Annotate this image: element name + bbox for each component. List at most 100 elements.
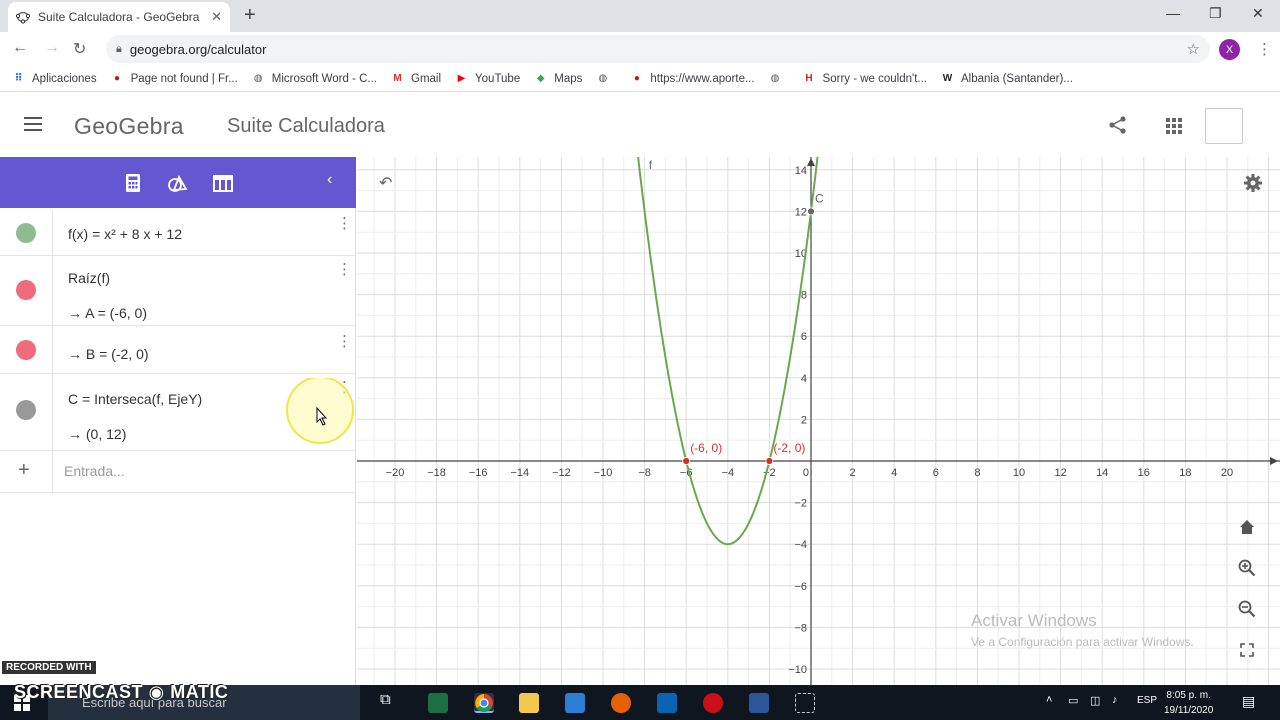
y-axis-arrow xyxy=(807,158,815,166)
algebra-row-function[interactable]: f(x) = x² + 8 x + 12 ⋮ xyxy=(0,210,356,256)
maps-icon: ◆ xyxy=(536,73,545,84)
bookmark-item[interactable]: ● Page not found | Fr... xyxy=(111,72,238,85)
browser-tabstrip: Suite Calculadora - GeoGebra ✕ + — ❐ ✕ xyxy=(0,0,1280,32)
bookmark-label: Aplicaciones xyxy=(32,72,97,85)
x-tick-label: −18 xyxy=(427,467,446,479)
bookmark-item[interactable]: ◆ Maps xyxy=(534,72,582,85)
algebra-row-roots[interactable]: Raíz(f) → A = (-6, 0) ⋮ xyxy=(0,256,356,326)
windows-activation-watermark: Activar Windows Ve a Configuración para … xyxy=(971,611,1194,649)
tab-title: Suite Calculadora - GeoGebra xyxy=(38,10,200,24)
network-icon[interactable]: ◫ xyxy=(1090,694,1100,707)
chrome-icon[interactable] xyxy=(474,693,494,713)
row-text: → B = (-2, 0) xyxy=(68,346,149,362)
x-tick-label: 4 xyxy=(891,467,897,479)
user-avatar[interactable] xyxy=(1205,108,1243,144)
geogebra-logo[interactable]: GeoGebra xyxy=(74,113,184,140)
browser-menu-icon[interactable]: ⋮ xyxy=(1257,40,1272,58)
restore-button[interactable]: ❐ xyxy=(1209,5,1222,22)
profile-avatar[interactable]: X xyxy=(1219,39,1240,60)
globe-icon: ◍ xyxy=(770,73,780,84)
point-label: (-2, 0) xyxy=(773,441,805,455)
watermark-title: Activar Windows xyxy=(971,611,1097,630)
fullscreen-icon[interactable] xyxy=(1240,643,1254,657)
share-icon[interactable] xyxy=(1108,115,1128,135)
settings-gear-icon[interactable] xyxy=(1243,173,1263,193)
bookmark-item[interactable]: ▶ YouTube xyxy=(455,72,521,85)
bookmark-item[interactable]: ● https://www.aporte... xyxy=(630,72,755,85)
hamburger-menu-icon[interactable] xyxy=(24,117,42,131)
zoom-out-icon[interactable] xyxy=(1238,600,1256,618)
tab-tools-icon[interactable] xyxy=(166,171,190,195)
bookmark-item[interactable]: W Albania (Santander)... xyxy=(941,72,1073,85)
tab-algebra-calculator-icon[interactable] xyxy=(121,171,145,195)
row-text: C = Interseca(f, EjeY) xyxy=(68,391,203,407)
y-tick-label: 4 xyxy=(801,373,807,385)
x-tick-label: −16 xyxy=(469,467,488,479)
x-tick-label: 8 xyxy=(974,467,980,479)
bookmark-item[interactable]: M Gmail xyxy=(391,72,441,85)
excel-icon[interactable] xyxy=(428,693,448,713)
globe-icon: ◍ xyxy=(598,73,608,84)
visibility-toggle[interactable] xyxy=(16,400,36,420)
graph-canvas[interactable]: −20 −18 −16 −14 −12 −10 −8 −6 −4 −2 0 2 4 6 8 10 12 14 16 1… xyxy=(357,157,1280,685)
bookmark-item[interactable]: ◍ xyxy=(769,72,789,85)
mail-icon[interactable] xyxy=(657,693,677,713)
language-indicator[interactable]: ESP xyxy=(1137,695,1157,706)
tab-table-icon[interactable] xyxy=(211,171,235,195)
firefox-icon[interactable] xyxy=(611,693,631,713)
row-menu-icon[interactable]: ⋮ xyxy=(337,214,352,232)
tray-chevron-icon[interactable]: ˄ xyxy=(1046,694,1052,706)
bookmark-item[interactable]: ◍ xyxy=(596,72,616,85)
bookmark-item[interactable]: H Sorry - we couldn't... xyxy=(803,72,927,85)
bookmark-star-icon[interactable]: ☆ xyxy=(1187,40,1200,58)
back-icon[interactable]: ← xyxy=(12,39,28,57)
mouse-cursor-highlight xyxy=(286,378,354,444)
algebra-row-point-b[interactable]: → B = (-2, 0) ⋮ xyxy=(0,326,356,374)
new-tab-button[interactable]: + xyxy=(244,4,256,27)
store-icon[interactable] xyxy=(565,693,585,713)
undo-icon[interactable]: ↶ xyxy=(379,173,392,193)
address-bar[interactable]: 🔒︎ geogebra.org/calculator ☆ xyxy=(106,35,1210,63)
graphics-view[interactable]: −20 −18 −16 −14 −12 −10 −8 −6 −4 −2 0 2 4 6 8 10 12 14 16 1… xyxy=(357,157,1280,685)
browser-tab[interactable]: Suite Calculadora - GeoGebra ✕ xyxy=(8,2,230,32)
input-placeholder[interactable]: Entrada... xyxy=(64,463,125,479)
geogebra-favicon-icon xyxy=(16,11,30,24)
y-tick-label: −6 xyxy=(794,581,807,593)
volume-icon[interactable]: ♪ xyxy=(1112,694,1118,706)
y-tick-label: 12 xyxy=(795,206,807,218)
zoom-in-icon[interactable] xyxy=(1238,559,1256,577)
snipping-tool-icon[interactable] xyxy=(795,693,815,713)
x-tick-label: −10 xyxy=(594,467,613,479)
home-icon[interactable] xyxy=(1239,519,1255,535)
taskbar-clock[interactable]: 8:05 p. m. 19/11/2020 xyxy=(1164,688,1213,718)
visibility-toggle[interactable] xyxy=(16,340,36,360)
forward-icon[interactable]: → xyxy=(44,39,60,57)
add-icon[interactable]: + xyxy=(18,459,30,482)
point-C xyxy=(807,207,815,216)
x-tick-label: 2 xyxy=(850,467,856,479)
tab-close-icon[interactable]: ✕ xyxy=(211,9,222,25)
visibility-toggle[interactable] xyxy=(16,280,36,300)
collapse-panel-icon[interactable]: ‹ xyxy=(327,171,332,189)
apps-grid-icon[interactable] xyxy=(1166,118,1182,134)
algebra-input-row[interactable]: + Entrada... xyxy=(0,451,356,493)
bookmark-item[interactable]: ⠿ Aplicaciones xyxy=(12,72,97,85)
x-tick-label: −12 xyxy=(552,467,571,479)
window-close-button[interactable]: ✕ xyxy=(1252,5,1264,22)
y-tick-label: −2 xyxy=(794,498,807,510)
word-icon[interactable] xyxy=(749,693,769,713)
notifications-icon[interactable]: ▤ xyxy=(1242,693,1255,710)
visibility-toggle[interactable] xyxy=(16,223,36,243)
task-view-icon[interactable]: ⧉ xyxy=(380,691,400,711)
browser-toolbar: ← → ↻ 🔒︎ geogebra.org/calculator ☆ xyxy=(0,32,1280,66)
minimize-button[interactable]: — xyxy=(1166,5,1180,21)
y-tick-label: 6 xyxy=(801,331,807,343)
row-menu-icon[interactable]: ⋮ xyxy=(337,332,352,350)
opera-icon[interactable] xyxy=(703,693,723,713)
bookmark-item[interactable]: ◍ Microsoft Word - C... xyxy=(252,72,377,85)
battery-icon[interactable]: ▭ xyxy=(1068,694,1078,707)
row-text: f(x) = x² + 8 x + 12 xyxy=(68,226,182,242)
row-menu-icon[interactable]: ⋮ xyxy=(337,260,352,278)
reload-icon[interactable]: ↻ xyxy=(73,39,86,59)
file-explorer-icon[interactable] xyxy=(519,693,539,713)
